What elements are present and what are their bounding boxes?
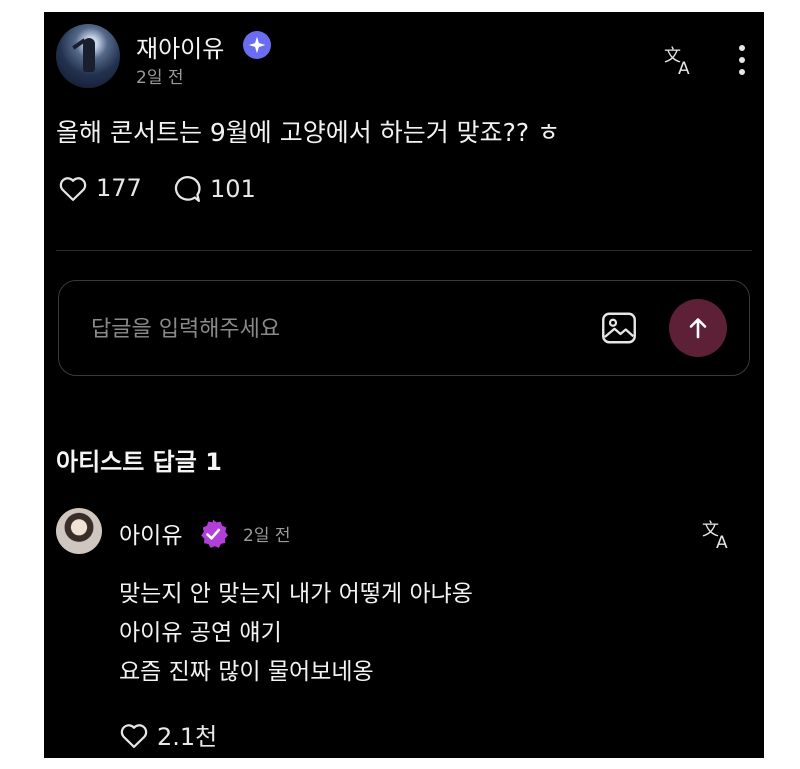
send-button[interactable] [669,299,727,357]
reply-composer [58,280,750,376]
divider [56,250,752,251]
svg-text:A: A [678,59,690,76]
post-author-avatar[interactable] [56,24,120,88]
more-vertical-icon[interactable] [730,40,754,80]
translate-icon[interactable]: 文 A [662,42,698,78]
artist-replies-title: 아티스트 답글 1 [56,448,222,476]
artist-badge-icon [197,518,229,550]
heart-outline-icon [59,177,87,201]
post-author-name[interactable]: 재아이유 [136,29,224,64]
verified-sparkle-icon [243,31,271,59]
image-icon[interactable] [599,308,639,348]
reply-input[interactable] [89,311,573,347]
like-button[interactable]: 177 [58,174,142,202]
reply-like-button[interactable]: 2.1천 [119,717,217,752]
heart-outline-icon [120,723,148,748]
post-text: 올해 콘서트는 9월에 고양에서 하는거 맞죠?? ㅎ [56,118,561,147]
reply-author-name[interactable]: 아이유 [119,516,182,550]
comment-count: 101 [210,175,256,203]
post-detail-screen: 재아이유 2일 전 文 A 올해 콘서트는 9월에 고양에서 하는거 맞죠?? … [44,12,764,758]
arrow-up-icon [689,318,707,339]
reply-line: 아이유 공연 얘기 [119,620,282,646]
reply-timestamp: 2일 전 [243,526,291,546]
svg-text:A: A [716,533,728,550]
translate-icon[interactable]: 文 A [700,516,736,552]
reply-like-count: 2.1천 [157,723,218,751]
like-count: 177 [96,174,142,202]
speech-bubble-icon [174,175,201,202]
comment-button[interactable]: 101 [172,174,256,204]
reply-author-avatar[interactable] [56,508,102,554]
reply-text: 맞는지 안 맞는지 내가 어떻게 아냐옹 아이유 공연 얘기 요즘 진짜 많이 … [119,575,473,692]
reply-line: 맞는지 안 맞는지 내가 어떻게 아냐옹 [119,581,473,607]
post-timestamp: 2일 전 [136,68,184,88]
reply-line: 요즘 진짜 많이 물어보네옹 [119,659,374,685]
